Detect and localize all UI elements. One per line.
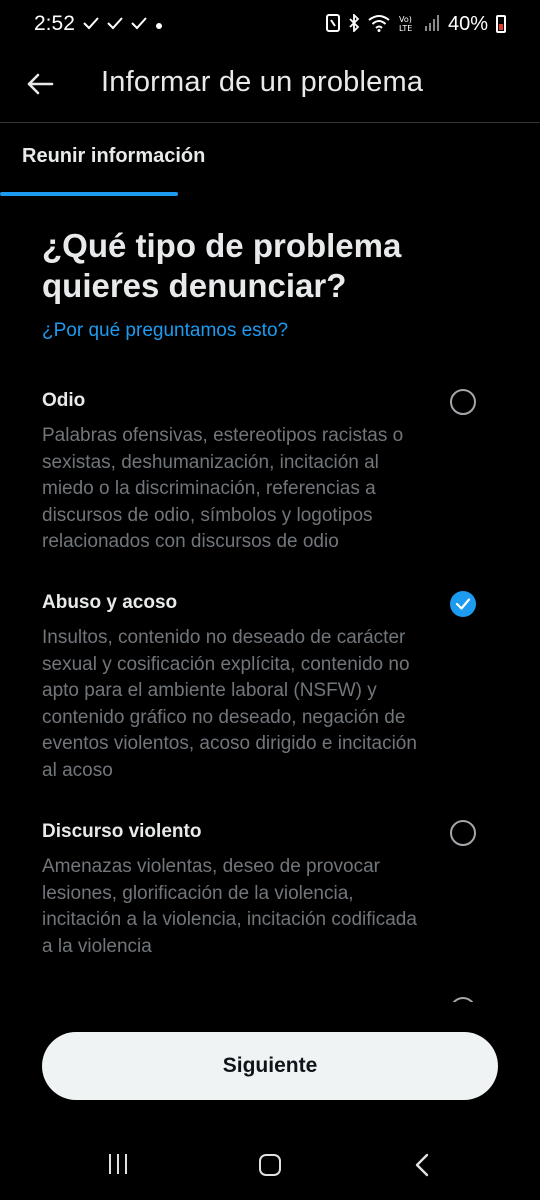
back-button[interactable] <box>24 68 56 100</box>
page-title: Informar de un problema <box>101 66 424 98</box>
option-description: Amenazas violentas, deseo de provocar le… <box>42 856 417 957</box>
checkmark-icon <box>455 598 471 610</box>
next-option-radio-partial <box>440 995 490 1002</box>
dot-icon <box>155 15 163 33</box>
bluetooth-icon <box>348 12 360 35</box>
check-icon <box>83 15 99 33</box>
signal-icon <box>424 14 440 35</box>
radio-button[interactable] <box>450 820 476 846</box>
recents-icon[interactable] <box>109 1154 131 1176</box>
radio-button[interactable] <box>450 389 476 415</box>
tab-reunir-informacion[interactable]: Reunir información <box>0 123 205 196</box>
check-icon <box>107 15 123 33</box>
option-odio[interactable]: Odio Palabras ofensivas, estereotipos ra… <box>0 389 540 560</box>
status-bar-left: 2:52 <box>34 12 163 36</box>
home-icon[interactable] <box>259 1154 281 1176</box>
why-we-ask-link[interactable]: ¿Por qué preguntamos esto? <box>42 320 288 342</box>
option-discurso-violento[interactable]: Discurso violento Amenazas violentas, de… <box>0 820 540 971</box>
option-title: Abuso y acoso <box>42 592 178 613</box>
check-icon <box>131 15 147 33</box>
app-header: Informar de un problema <box>0 48 540 122</box>
option-abuso-y-acoso[interactable]: Abuso y acoso Insultos, contenido no des… <box>0 591 540 792</box>
nfc-icon <box>325 13 340 35</box>
battery-icon <box>496 15 506 33</box>
radio-button-selected[interactable] <box>450 591 476 617</box>
wifi-icon <box>368 14 390 35</box>
status-bar: 2:52 Vo) LTE 40% <box>0 0 540 48</box>
tab-label: Reunir información <box>22 145 206 167</box>
option-description: Palabras ofensivas, estereotipos racista… <box>42 425 404 552</box>
svg-text:Vo): Vo) <box>399 15 412 24</box>
svg-text:LTE: LTE <box>399 24 412 32</box>
question-heading: ¿Qué tipo de problema quieres denunciar? <box>42 227 402 304</box>
arrow-left-icon <box>27 73 54 95</box>
radio-button[interactable] <box>450 997 476 1002</box>
option-title: Discurso violento <box>42 821 202 842</box>
next-button-label: Siguiente <box>222 1054 318 1077</box>
tab-active-indicator <box>0 192 178 196</box>
battery-percent: 40% <box>447 12 488 35</box>
status-time: 2:52 <box>34 12 75 35</box>
nav-back-icon[interactable] <box>412 1152 434 1178</box>
system-nav-bar <box>0 1130 540 1200</box>
option-description: Insultos, contenido no deseado de caráct… <box>42 627 417 781</box>
status-bar-right: Vo) LTE 40% <box>325 12 506 36</box>
option-title: Odio <box>42 390 86 411</box>
volte-icon: Vo) LTE <box>398 14 416 35</box>
next-button[interactable]: Siguiente <box>42 1032 498 1100</box>
